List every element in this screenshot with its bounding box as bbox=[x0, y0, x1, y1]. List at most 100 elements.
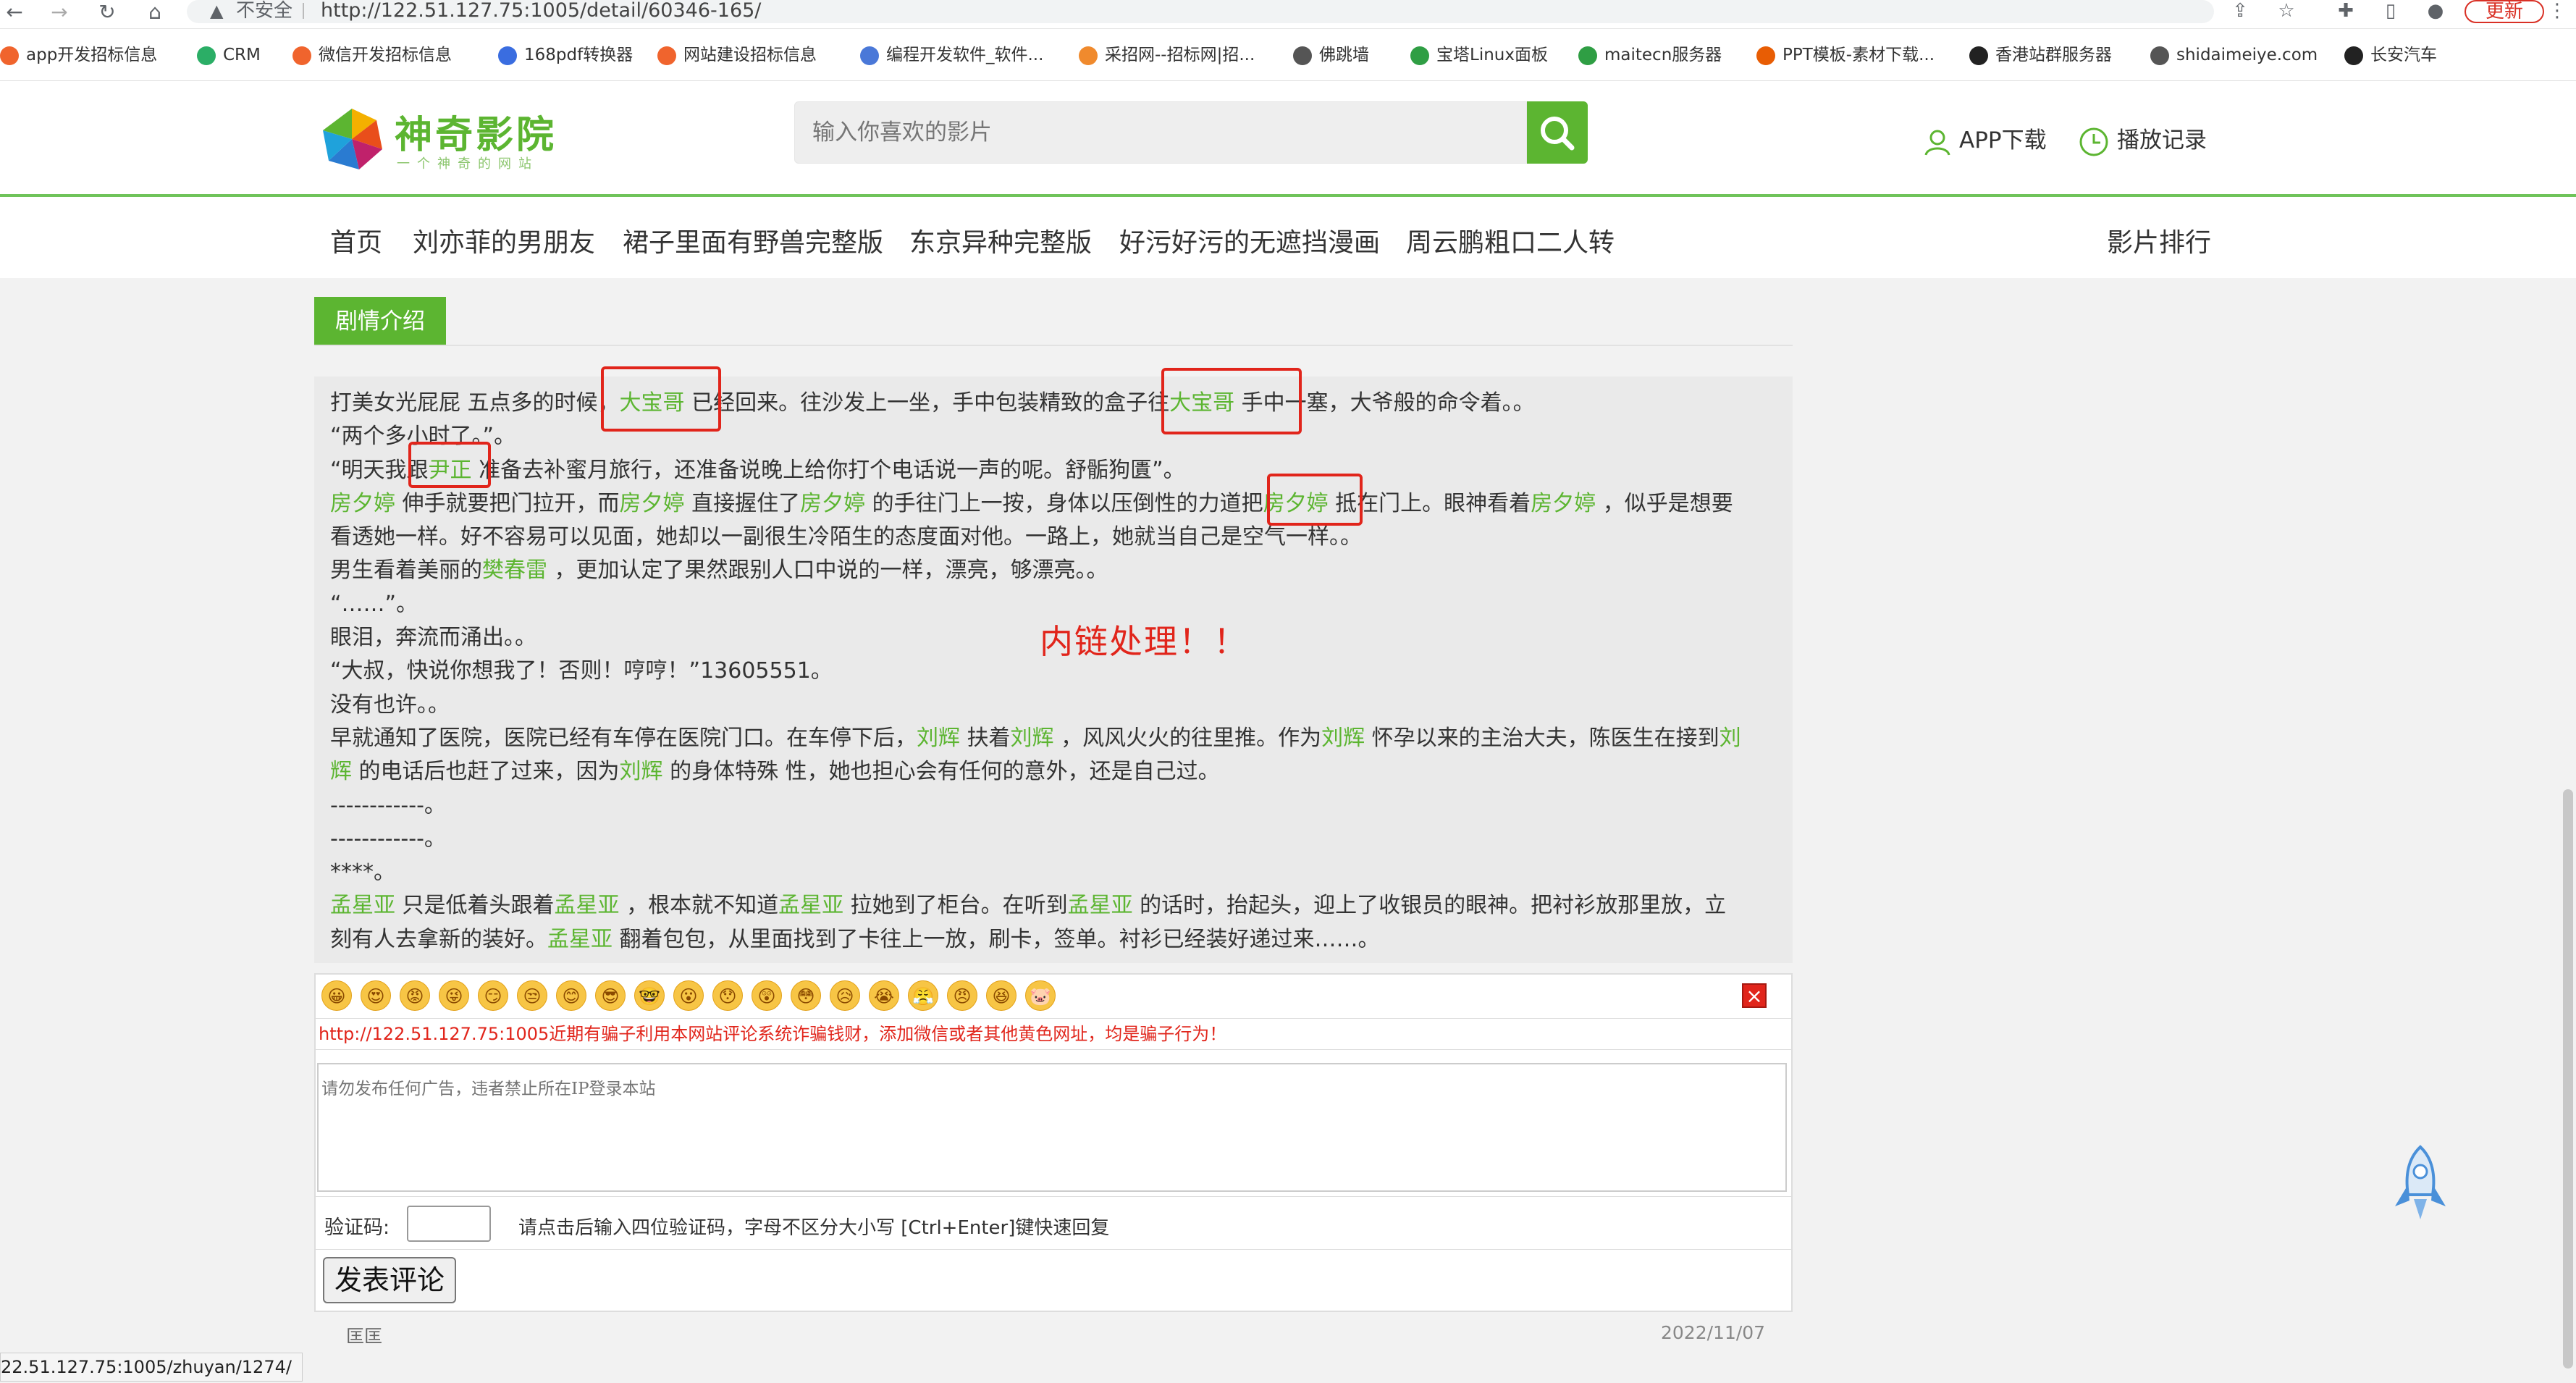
nav-item-home[interactable]: 首页 bbox=[330, 222, 382, 259]
bookmark-label: 宝塔Linux面板 bbox=[1436, 46, 1548, 64]
emoji-icon[interactable]: 😥 bbox=[830, 980, 860, 1011]
bookmark-item[interactable]: CRM bbox=[197, 42, 261, 68]
actor-link[interactable]: 孟星亚 bbox=[778, 893, 843, 918]
search-input[interactable] bbox=[794, 101, 1527, 164]
emoji-icon[interactable]: 😒 bbox=[517, 980, 547, 1011]
bookmark-label: 佛跳墙 bbox=[1319, 46, 1369, 64]
logo-title[interactable]: 神奇影院 bbox=[395, 104, 557, 159]
emoji-icon[interactable]: 😊 bbox=[556, 980, 586, 1011]
menu-icon[interactable]: ⋮ bbox=[2544, 0, 2570, 22]
actor-link[interactable]: 孟星亚 bbox=[330, 893, 395, 918]
nav-item[interactable]: 刘亦菲的男朋友 bbox=[413, 222, 595, 259]
bookmark-item[interactable]: 香港站群服务器 bbox=[1969, 42, 2112, 68]
forward-icon[interactable]: → bbox=[46, 1, 72, 23]
logo-icon[interactable] bbox=[319, 106, 385, 172]
nav-item-ranking[interactable]: 影片排行 bbox=[2107, 222, 2211, 259]
actor-link[interactable]: 刘 bbox=[1720, 726, 1741, 751]
emoji-icon[interactable]: 😡 bbox=[400, 980, 430, 1011]
search-button[interactable] bbox=[1527, 101, 1588, 164]
bookmark-item[interactable]: 佛跳墙 bbox=[1293, 42, 1369, 68]
captcha-input[interactable] bbox=[407, 1206, 491, 1242]
emoji-icon[interactable]: 😀 bbox=[321, 980, 352, 1011]
reload-icon[interactable]: ↻ bbox=[94, 1, 120, 23]
actor-link[interactable]: 刘辉 bbox=[1011, 726, 1054, 751]
emoji-icon[interactable]: 🐷 bbox=[1025, 980, 1056, 1011]
bookmark-favicon-icon bbox=[1293, 46, 1312, 65]
emoji-icon[interactable]: 😏 bbox=[478, 980, 508, 1011]
emoji-icon[interactable]: 😲 bbox=[752, 980, 782, 1011]
footer-date: 2022/11/07 bbox=[1661, 1322, 1766, 1343]
app-download-link[interactable]: APP下载 bbox=[1923, 125, 2047, 156]
actor-link[interactable]: 房夕婷 bbox=[330, 491, 395, 516]
bookmark-item[interactable]: 编程开发软件_软件... bbox=[860, 42, 1043, 68]
profile-icon[interactable]: ● bbox=[2423, 0, 2449, 22]
bookmark-item[interactable]: 微信开发招标信息 bbox=[292, 42, 452, 68]
bookmark-label: shidaimeiye.com bbox=[2176, 46, 2318, 64]
bookmark-star-icon[interactable]: ☆ bbox=[2273, 0, 2299, 22]
actor-link[interactable]: 孟星亚 bbox=[1068, 893, 1133, 918]
extensions-icon[interactable]: ✚ bbox=[2333, 0, 2359, 22]
share-icon[interactable]: ⇪ bbox=[2227, 0, 2253, 22]
actor-link[interactable]: 孟星亚 bbox=[547, 927, 613, 952]
actor-link[interactable]: 辉 bbox=[330, 759, 352, 784]
bookmark-favicon-icon bbox=[1578, 46, 1597, 65]
actor-link[interactable]: 樊春雷 bbox=[482, 558, 547, 583]
footer-label: 匡匡 bbox=[346, 1326, 383, 1347]
emoji-icon[interactable]: 😆 bbox=[986, 980, 1016, 1011]
emoji-icon[interactable]: 😯 bbox=[712, 980, 743, 1011]
browser-toolbar: ← → ↻ ⌂ ▲ 不安全 http://122.51.127.75:1005/… bbox=[0, 0, 2576, 29]
address-bar[interactable]: ▲ 不安全 http://122.51.127.75:1005/detail/6… bbox=[187, 0, 2214, 23]
actor-link[interactable]: 刘辉 bbox=[1321, 726, 1365, 751]
warning-icon: ▲ bbox=[210, 1, 224, 21]
bookmark-item[interactable]: maitecn服务器 bbox=[1578, 42, 1722, 68]
bookmark-item[interactable]: 宝塔Linux面板 bbox=[1410, 42, 1548, 68]
emoji-icon[interactable]: 😎 bbox=[595, 980, 626, 1011]
comment-textarea[interactable] bbox=[317, 1063, 1787, 1192]
update-button[interactable]: 更新 bbox=[2465, 0, 2544, 23]
scrollbar[interactable] bbox=[2563, 789, 2573, 1369]
bookmark-item[interactable]: shidaimeiye.com bbox=[2150, 42, 2318, 68]
actor-link[interactable]: 刘辉 bbox=[620, 759, 663, 784]
nav-item[interactable]: 周云鹏粗口二人转 bbox=[1406, 222, 1615, 259]
submit-comment-button[interactable]: 发表评论 bbox=[323, 1257, 456, 1303]
url-text[interactable]: http://122.51.127.75:1005/detail/60346-1… bbox=[321, 0, 761, 22]
emoji-icon[interactable]: 🤓 bbox=[634, 980, 665, 1011]
bookmark-label: 编程开发软件_软件... bbox=[886, 46, 1044, 64]
comment-form: 😀 😍 😡 😜 😏 😒 😊 😎 🤓 😮 😯 😲 😳 😥 😭 😤 😠 😆 🐷 × http://122.51.127.… bbox=[314, 973, 1793, 1312]
bookmark-favicon-icon bbox=[657, 46, 676, 65]
bookmark-item[interactable]: 168pdf转换器 bbox=[498, 42, 633, 68]
emoji-icon[interactable]: 😳 bbox=[791, 980, 821, 1011]
actor-link[interactable]: 刘辉 bbox=[917, 726, 960, 751]
nav-item[interactable]: 东京异种完整版 bbox=[909, 222, 1092, 259]
actor-link[interactable]: 孟星亚 bbox=[555, 893, 620, 918]
sidepanel-icon[interactable]: ▯ bbox=[2378, 0, 2404, 22]
bookmark-item[interactable]: app开发招标信息 bbox=[0, 42, 157, 68]
bookmark-favicon-icon bbox=[292, 46, 311, 65]
emoji-icon[interactable]: 😜 bbox=[439, 980, 469, 1011]
home-icon[interactable]: ⌂ bbox=[142, 1, 168, 23]
emoji-icon[interactable]: 😮 bbox=[673, 980, 704, 1011]
bookmark-favicon-icon bbox=[1969, 46, 1988, 65]
tab-plot-intro[interactable]: 剧情介绍 bbox=[314, 297, 446, 346]
bookmark-item[interactable]: 网站建设招标信息 bbox=[657, 42, 817, 68]
back-icon[interactable]: ← bbox=[1, 1, 28, 23]
bookmark-item[interactable]: 长安汽车 bbox=[2344, 42, 2437, 68]
back-to-top-icon[interactable] bbox=[2382, 1144, 2459, 1224]
emoji-icon[interactable]: 😭 bbox=[869, 980, 899, 1011]
actor-link[interactable]: 房夕婷 bbox=[800, 491, 865, 516]
nav-item[interactable]: 裙子里面有野兽完整版 bbox=[623, 222, 883, 259]
play-history-link[interactable]: 播放记录 bbox=[2078, 125, 2207, 156]
captcha-hint: 请点击后输入四位验证码，字母不区分大小写 [Ctrl+Enter]键快速回复 bbox=[518, 1217, 1110, 1239]
nav-item[interactable]: 好污好污的无遮挡漫画 bbox=[1119, 222, 1380, 259]
bookmark-item[interactable]: PPT模板-素材下载... bbox=[1756, 42, 1935, 68]
close-icon[interactable]: × bbox=[1742, 983, 1767, 1008]
emoji-icon[interactable]: 😍 bbox=[361, 980, 391, 1011]
bookmark-item[interactable]: 采招网--招标网|招... bbox=[1079, 42, 1255, 68]
actor-link[interactable]: 房夕婷 bbox=[1531, 491, 1596, 516]
bookmark-label: 香港站群服务器 bbox=[1995, 46, 2112, 64]
emoji-icon[interactable]: 😤 bbox=[908, 980, 938, 1011]
actor-link[interactable]: 房夕婷 bbox=[620, 491, 685, 516]
bookmark-label: 采招网--招标网|招... bbox=[1105, 46, 1255, 64]
bookmark-label: 168pdf转换器 bbox=[524, 46, 634, 64]
emoji-icon[interactable]: 😠 bbox=[947, 980, 977, 1011]
